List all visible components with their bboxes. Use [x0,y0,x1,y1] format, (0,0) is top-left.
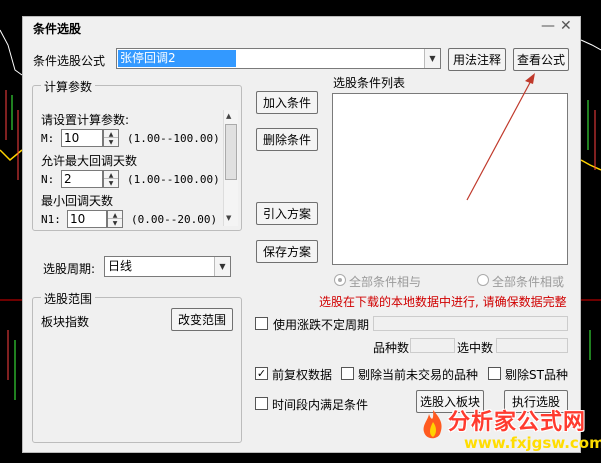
watermark-title: 分析家公式网 [448,410,587,435]
data-notice: 选股在下载的本地数据中进行, 请确保数据完整 [319,295,567,309]
change-range-button[interactable]: 改变范围 [171,308,233,331]
exclude-non-trading-checkbox[interactable] [341,367,354,380]
forward-adjust-checkbox[interactable]: ✓ [255,367,268,380]
all-and-label: 全部条件相与 [349,275,422,289]
selected-value [496,338,568,353]
exclude-st-label: 剔除ST品种 [505,368,568,382]
time-range-label: 时间段内满足条件 [272,398,369,412]
count-value [410,338,455,353]
watermark-url: www.fxjgsw.com [464,434,601,452]
all-or-radio[interactable] [477,274,489,286]
time-range-checkbox[interactable] [255,397,268,410]
all-or-label: 全部条件相或 [492,275,565,289]
selected-label: 选中数 [457,341,494,355]
uncertain-period-checkbox[interactable] [255,317,268,330]
exclude-st-checkbox[interactable] [488,367,501,380]
site-watermark: 分析家公式网 www.fxjgsw.com [416,404,601,460]
uncertain-period-input[interactable] [373,316,568,331]
all-and-radio[interactable] [334,274,346,286]
count-label: 品种数 [373,341,410,355]
forward-adjust-label: 前复权数据 [272,368,333,382]
range-legend: 选股范围 [41,290,96,307]
range-group: 选股范围 板块指数 改变范围 [32,290,242,443]
exclude-non-trading-label: 剔除当前未交易的品种 [358,368,479,382]
range-value: 板块指数 [41,315,90,329]
condition-select-dialog: 条件选股 — ✕ 条件选股公式 张停回调2 ▼ 用法注释 查看公式 计算参数 请… [22,16,581,453]
flame-logo-icon [423,410,442,439]
uncertain-period-label: 使用涨跌不定周期 [273,318,370,332]
